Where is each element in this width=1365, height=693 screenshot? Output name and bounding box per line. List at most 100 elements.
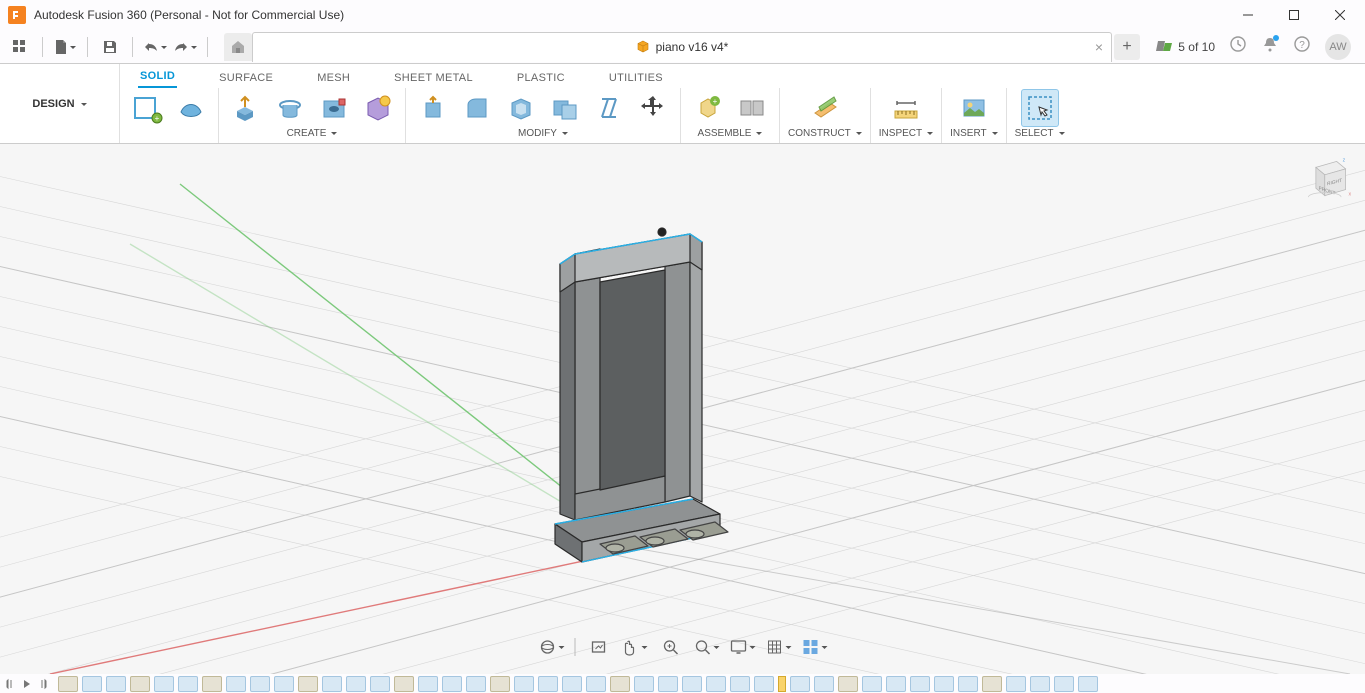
- fit-button[interactable]: [693, 636, 719, 658]
- new-component-button[interactable]: +: [689, 89, 727, 127]
- home-tab[interactable]: [224, 33, 252, 61]
- hole-button[interactable]: [315, 89, 353, 127]
- timeline-play-controls[interactable]: [6, 678, 48, 690]
- timeline-feature[interactable]: [442, 676, 462, 692]
- draft-button[interactable]: [590, 89, 628, 127]
- modify-group-label[interactable]: MODIFY: [518, 128, 568, 139]
- timeline-feature[interactable]: [322, 676, 342, 692]
- timeline-feature[interactable]: [838, 676, 858, 692]
- data-panel-button[interactable]: [8, 35, 32, 59]
- redo-button[interactable]: [173, 35, 197, 59]
- timeline-feature[interactable]: [538, 676, 558, 692]
- tab-sheet-metal[interactable]: SHEET METAL: [392, 68, 475, 88]
- workspace-switcher[interactable]: DESIGN: [0, 64, 120, 143]
- file-menu-button[interactable]: [53, 35, 77, 59]
- close-button[interactable]: [1317, 0, 1363, 30]
- grid-settings-button[interactable]: [765, 636, 791, 658]
- timeline-feature[interactable]: [298, 676, 318, 692]
- tab-utilities[interactable]: UTILITIES: [607, 68, 665, 88]
- construct-plane-button[interactable]: [806, 89, 844, 127]
- timeline-feature[interactable]: [934, 676, 954, 692]
- tab-solid[interactable]: SOLID: [138, 66, 177, 88]
- extensions-button[interactable]: 5 of 10: [1156, 39, 1215, 55]
- shell-button[interactable]: [502, 89, 540, 127]
- insert-group-label[interactable]: INSERT: [950, 128, 998, 139]
- inspect-group-label[interactable]: INSPECT: [879, 128, 933, 139]
- timeline-feature[interactable]: [106, 676, 126, 692]
- timeline-feature[interactable]: [862, 676, 882, 692]
- view-cube[interactable]: FRONT RIGHT z x: [1301, 154, 1353, 206]
- timeline-feature[interactable]: [226, 676, 246, 692]
- look-at-button[interactable]: [585, 636, 611, 658]
- insert-button[interactable]: [955, 89, 993, 127]
- zoom-button[interactable]: [657, 636, 683, 658]
- timeline-feature[interactable]: [466, 676, 486, 692]
- timeline-feature[interactable]: [982, 676, 1002, 692]
- revolve-button[interactable]: [271, 89, 309, 127]
- construct-group-label[interactable]: CONSTRUCT: [788, 128, 862, 139]
- new-tab-button[interactable]: +: [1114, 34, 1140, 60]
- press-pull-button[interactable]: [414, 89, 452, 127]
- assemble-group-label[interactable]: ASSEMBLE: [698, 128, 763, 139]
- timeline-feature[interactable]: [706, 676, 726, 692]
- timeline-feature[interactable]: [1078, 676, 1098, 692]
- fillet-button[interactable]: [458, 89, 496, 127]
- user-avatar[interactable]: AW: [1325, 34, 1351, 60]
- timeline-feature[interactable]: [490, 676, 510, 692]
- tab-plastic[interactable]: PLASTIC: [515, 68, 567, 88]
- display-settings-button[interactable]: [729, 636, 755, 658]
- timeline-feature[interactable]: [910, 676, 930, 692]
- document-tab[interactable]: piano v16 v4* ×: [252, 32, 1112, 62]
- timeline-feature[interactable]: [370, 676, 390, 692]
- orbit-button[interactable]: [538, 636, 564, 658]
- undo-button[interactable]: [143, 35, 167, 59]
- timeline-feature[interactable]: [754, 676, 774, 692]
- measure-button[interactable]: [887, 89, 925, 127]
- help-button[interactable]: ?: [1293, 35, 1311, 58]
- timeline-feature[interactable]: [250, 676, 270, 692]
- emboss-button[interactable]: [359, 89, 397, 127]
- timeline-feature[interactable]: [1030, 676, 1050, 692]
- timeline-feature[interactable]: [1054, 676, 1074, 692]
- extrude-button[interactable]: [227, 89, 265, 127]
- timeline-feature[interactable]: [814, 676, 834, 692]
- timeline-feature[interactable]: [610, 676, 630, 692]
- tab-surface[interactable]: SURFACE: [217, 68, 275, 88]
- select-button[interactable]: [1021, 89, 1059, 127]
- joint-button[interactable]: [733, 89, 771, 127]
- timeline[interactable]: [0, 674, 1365, 693]
- combine-button[interactable]: [546, 89, 584, 127]
- move-button[interactable]: [634, 89, 672, 127]
- timeline-feature[interactable]: [634, 676, 654, 692]
- tab-mesh[interactable]: MESH: [315, 68, 352, 88]
- pan-button[interactable]: [621, 636, 647, 658]
- notifications-button[interactable]: [1261, 35, 1279, 58]
- save-button[interactable]: [98, 35, 122, 59]
- timeline-feature[interactable]: [562, 676, 582, 692]
- timeline-playhead[interactable]: [778, 676, 786, 692]
- timeline-feature[interactable]: [586, 676, 606, 692]
- maximize-button[interactable]: [1271, 0, 1317, 30]
- timeline-feature[interactable]: [346, 676, 366, 692]
- viewport[interactable]: FRONT RIGHT z x: [0, 144, 1365, 674]
- timeline-feature[interactable]: [958, 676, 978, 692]
- timeline-feature[interactable]: [154, 676, 174, 692]
- timeline-feature[interactable]: [274, 676, 294, 692]
- timeline-feature[interactable]: [58, 676, 78, 692]
- timeline-feature[interactable]: [202, 676, 222, 692]
- timeline-feature[interactable]: [178, 676, 198, 692]
- select-group-label[interactable]: SELECT: [1015, 128, 1065, 139]
- timeline-feature[interactable]: [682, 676, 702, 692]
- timeline-feature[interactable]: [886, 676, 906, 692]
- timeline-feature[interactable]: [82, 676, 102, 692]
- timeline-feature[interactable]: [130, 676, 150, 692]
- create-sketch-button[interactable]: +: [128, 89, 166, 127]
- minimize-button[interactable]: [1225, 0, 1271, 30]
- create-group-label[interactable]: CREATE: [287, 128, 338, 139]
- timeline-feature[interactable]: [790, 676, 810, 692]
- timeline-feature[interactable]: [1006, 676, 1026, 692]
- close-tab-icon[interactable]: ×: [1095, 39, 1103, 55]
- timeline-feature[interactable]: [730, 676, 750, 692]
- viewport-layout-button[interactable]: [801, 636, 827, 658]
- job-status-button[interactable]: [1229, 35, 1247, 58]
